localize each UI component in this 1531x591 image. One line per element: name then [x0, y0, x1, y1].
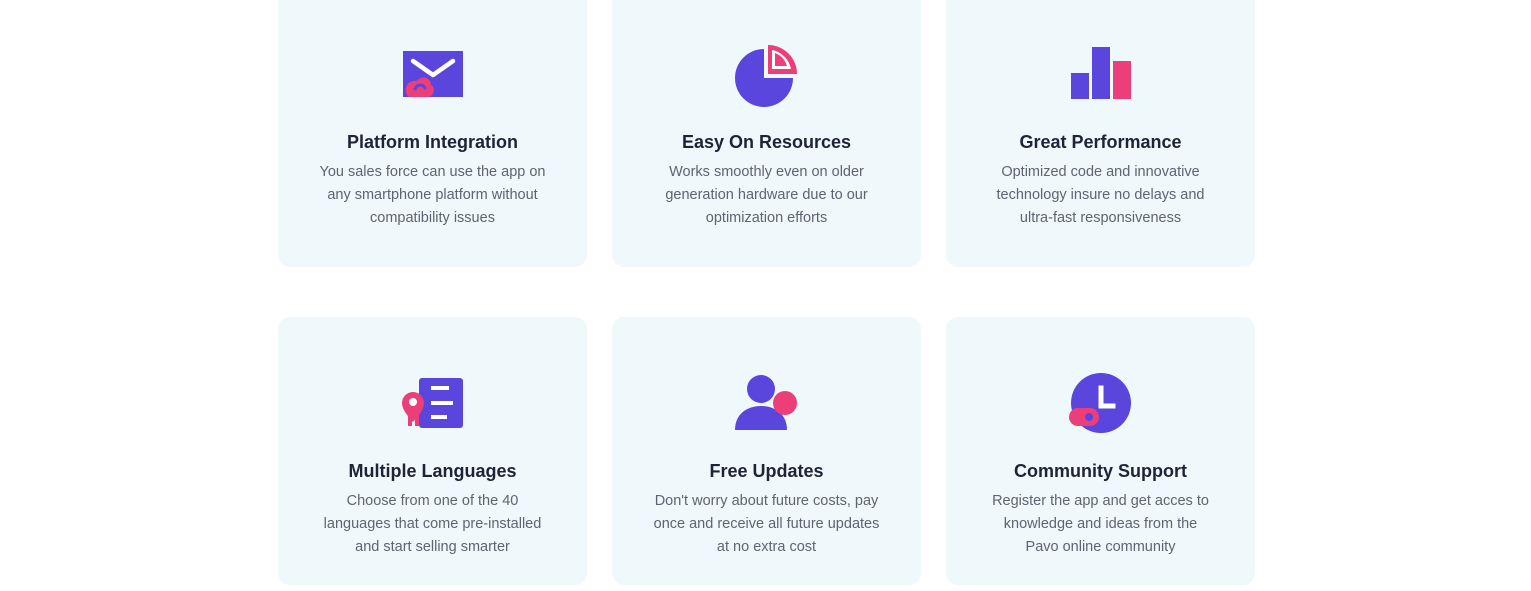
feature-title: Free Updates — [709, 461, 824, 481]
feature-description: Register the app and get acces to knowle… — [992, 493, 1209, 555]
features-grid: Platform Integration You sales force can… — [278, 0, 1255, 585]
pie-chart-icon — [734, 45, 797, 107]
feature-description: Optimized code and innovative technology… — [996, 164, 1205, 226]
feature-title: Community Support — [1014, 461, 1187, 481]
feature-card-platform-integration: Platform Integration You sales force can… — [278, 0, 587, 267]
clock-icon — [1068, 373, 1131, 433]
feature-card-multiple-languages: Multiple Languages Choose from one of th… — [278, 317, 587, 585]
feature-card-free-updates: Free Updates Don't worry about future co… — [612, 317, 921, 585]
feature-card-great-performance: Great Performance Optimized code and inn… — [946, 0, 1255, 267]
feature-card-community-support: Community Support Register the app and g… — [946, 317, 1255, 585]
feature-description: Don't worry about future costs, pay once… — [653, 493, 880, 555]
language-list-icon — [401, 378, 463, 428]
user-updates-icon — [734, 375, 797, 430]
feature-card-easy-on-resources: Easy On Resources Works smoothly even on… — [612, 0, 921, 267]
feature-description: You sales force can use the app on any s… — [319, 164, 546, 226]
feature-title: Multiple Languages — [348, 461, 517, 481]
feature-description: Works smoothly even on older generation … — [665, 164, 868, 226]
feature-description: Choose from one of the 40 languages that… — [323, 493, 542, 555]
feature-title: Platform Integration — [346, 132, 518, 152]
feature-title: Great Performance — [1019, 132, 1182, 152]
feature-title: Easy On Resources — [681, 132, 852, 152]
bar-chart-icon — [1070, 47, 1131, 99]
envelope-icon — [402, 51, 463, 97]
